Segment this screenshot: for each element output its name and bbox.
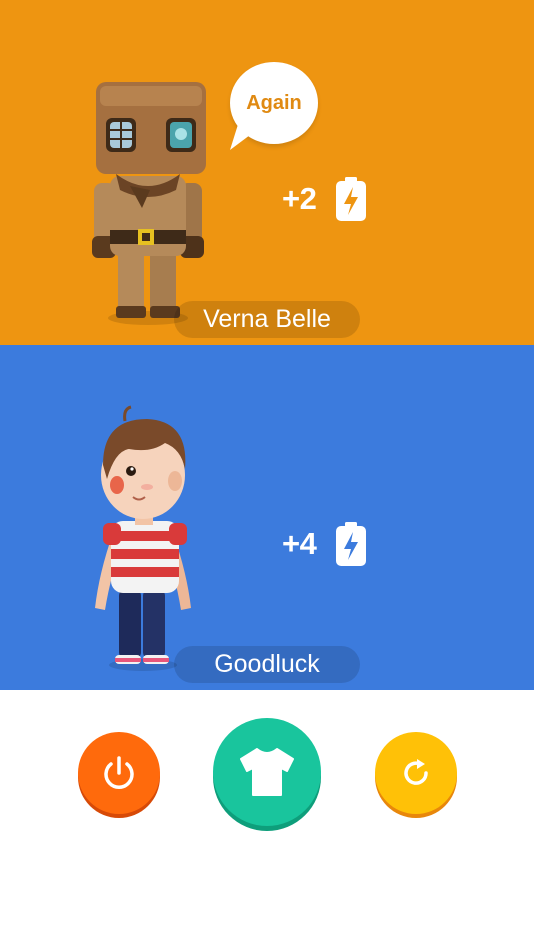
battery-icon [336, 177, 367, 221]
energy-reward: +2 [282, 177, 367, 221]
control-bar [0, 690, 534, 950]
player-panel-1: Again +2 Verna Belle [0, 0, 534, 345]
reward-value: +4 [282, 526, 317, 561]
player-panel-2: +4 Goodluck [0, 345, 534, 690]
player-name: Verna Belle [174, 301, 360, 338]
reward-value: +2 [282, 181, 317, 216]
shirt-icon [240, 748, 294, 796]
diver-character-icon [92, 82, 206, 325]
boy-character-icon [95, 405, 191, 671]
power-icon [104, 756, 134, 789]
energy-reward: +4 [282, 522, 367, 566]
refresh-icon [404, 759, 428, 785]
power-button[interactable] [78, 732, 160, 814]
battery-icon [336, 522, 367, 566]
speech-text: Again [246, 91, 302, 114]
outfit-button[interactable] [213, 718, 321, 826]
player-name: Goodluck [174, 646, 360, 683]
refresh-button[interactable] [375, 732, 457, 814]
speech-bubble-tail [230, 118, 254, 150]
